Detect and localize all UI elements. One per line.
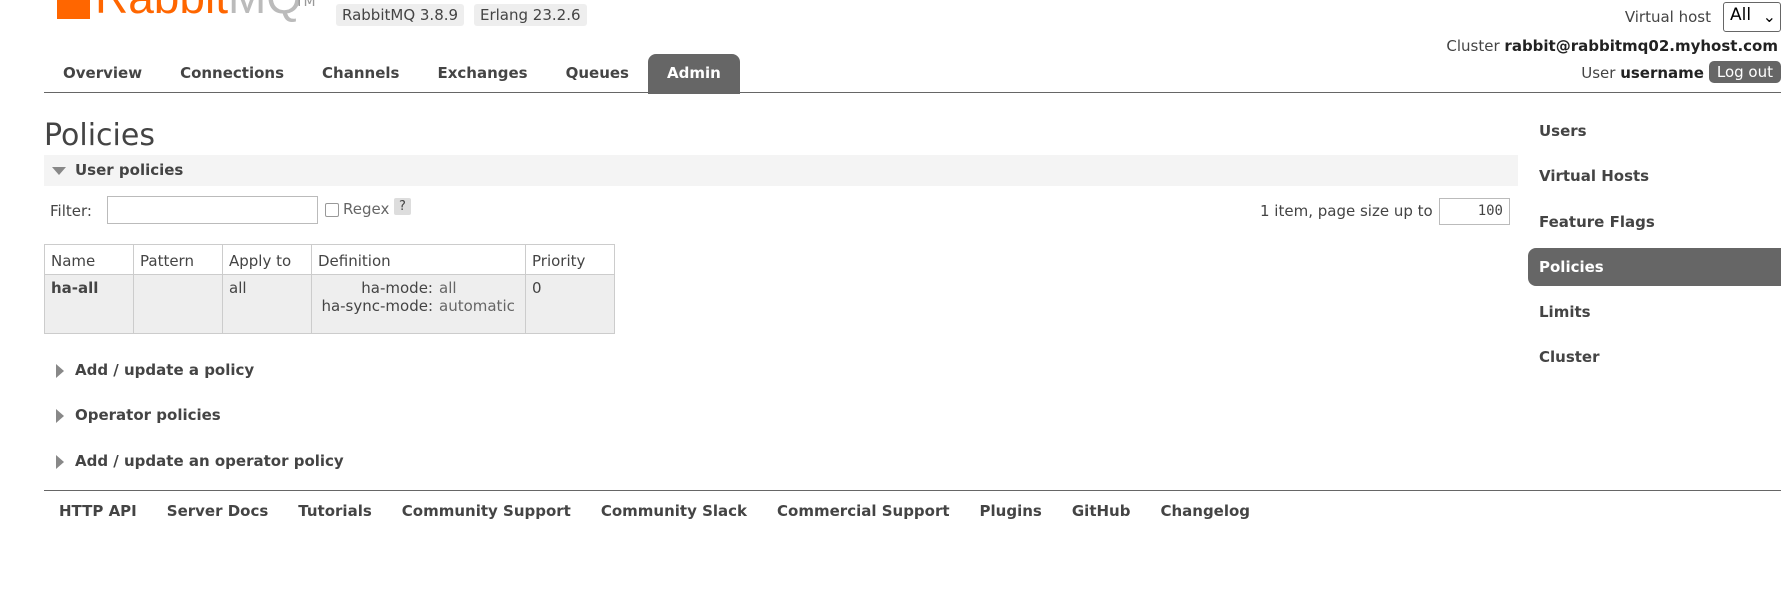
footer-link-community-slack[interactable]: Community Slack	[586, 500, 762, 522]
cell-apply-to: all	[222, 274, 312, 334]
vhost-select[interactable]: All ⌄	[1723, 2, 1781, 32]
definition-key: ha-mode:	[361, 279, 433, 297]
triangle-down-icon	[52, 167, 66, 175]
footer-divider	[44, 490, 1781, 491]
footer-link-server-docs[interactable]: Server Docs	[152, 500, 284, 522]
footer-link-github[interactable]: GitHub	[1057, 500, 1146, 522]
cell-definition: ha-mode: all ha-sync-mode: automatic	[311, 274, 526, 334]
definition-entry: ha-sync-mode: automatic	[318, 297, 519, 315]
footer-links: HTTP API Server Docs Tutorials Community…	[44, 500, 1265, 522]
cluster-label: Cluster	[1446, 37, 1500, 55]
logout-button[interactable]: Log out	[1708, 61, 1781, 83]
rabbitmq-version-badge: RabbitMQ 3.8.9	[336, 4, 465, 26]
cell-name: ha-all	[44, 274, 134, 334]
triangle-right-icon	[56, 455, 64, 469]
sidebar-item-virtual-hosts[interactable]: Virtual Hosts	[1528, 157, 1781, 195]
policies-table: Name Pattern Apply to Definition Priorit…	[44, 244, 615, 334]
tab-channels[interactable]: Channels	[303, 54, 418, 94]
column-header-definition[interactable]: Definition	[311, 244, 526, 275]
tab-divider	[44, 92, 1781, 93]
triangle-right-icon	[56, 364, 64, 378]
tab-admin[interactable]: Admin	[647, 54, 740, 94]
operator-policies-toggle[interactable]: Operator policies	[44, 400, 1518, 431]
logo-square-icon	[57, 0, 90, 19]
footer-link-commercial-support[interactable]: Commercial Support	[762, 500, 965, 522]
column-header-name[interactable]: Name	[44, 244, 134, 275]
regex-checkbox[interactable]	[325, 203, 339, 217]
help-button[interactable]: ?	[394, 198, 411, 215]
section-heading: Operator policies	[75, 406, 221, 424]
section-heading: User policies	[75, 161, 184, 179]
column-header-apply-to[interactable]: Apply to	[222, 244, 312, 275]
erlang-version-badge: Erlang 23.2.6	[474, 4, 587, 26]
logo-wordmark: RabbitMQ	[95, 0, 302, 20]
sidebar-item-feature-flags[interactable]: Feature Flags	[1528, 203, 1781, 241]
definition-value: automatic	[439, 297, 515, 315]
user-info: User username	[1581, 64, 1704, 82]
main-tabs: Overview Connections Channels Exchanges …	[44, 54, 740, 94]
add-update-operator-policy-toggle[interactable]: Add / update an operator policy	[44, 446, 1518, 477]
column-header-priority[interactable]: Priority	[525, 244, 615, 275]
user-policies-section-toggle[interactable]: User policies	[44, 155, 1518, 186]
user-name: username	[1620, 64, 1704, 82]
tab-queues[interactable]: Queues	[547, 54, 648, 94]
pagination-info: 1 item, page size up to	[1260, 202, 1433, 220]
table-header-row: Name Pattern Apply to Definition Priorit…	[44, 244, 615, 275]
cell-priority: 0	[525, 274, 615, 334]
regex-label: Regex	[343, 200, 390, 218]
cell-pattern	[133, 274, 223, 334]
vhost-label: Virtual host	[1624, 8, 1711, 26]
sidebar-item-policies[interactable]: Policies	[1528, 248, 1781, 286]
definition-entry: ha-mode: all	[318, 279, 519, 297]
table-row: ha-all all ha-mode: all ha-sync-mode: au…	[44, 274, 615, 334]
sidebar-item-limits[interactable]: Limits	[1528, 293, 1781, 331]
footer-link-changelog[interactable]: Changelog	[1145, 500, 1265, 522]
tab-connections[interactable]: Connections	[161, 54, 303, 94]
vhost-selected-value: All	[1730, 5, 1752, 25]
page-size-input[interactable]: 100	[1439, 198, 1510, 225]
sidebar-item-cluster[interactable]: Cluster	[1528, 338, 1781, 376]
sidebar-item-users[interactable]: Users	[1528, 112, 1781, 150]
add-update-policy-toggle[interactable]: Add / update a policy	[44, 355, 1518, 386]
column-header-pattern[interactable]: Pattern	[133, 244, 223, 275]
cluster-name: rabbit@rabbitmq02.myhost.com	[1504, 37, 1778, 55]
footer-link-plugins[interactable]: Plugins	[965, 500, 1057, 522]
section-heading: Add / update an operator policy	[75, 452, 344, 470]
footer-link-tutorials[interactable]: Tutorials	[283, 500, 386, 522]
triangle-right-icon	[56, 409, 64, 423]
policy-name-link[interactable]: ha-all	[51, 279, 98, 297]
definition-key: ha-sync-mode:	[321, 297, 433, 315]
filter-input[interactable]	[107, 196, 318, 224]
section-heading: Add / update a policy	[75, 361, 255, 379]
tab-exchanges[interactable]: Exchanges	[418, 54, 546, 94]
filter-label: Filter:	[50, 202, 92, 220]
trademark-mark: TM	[295, 0, 316, 10]
definition-value: all	[439, 279, 457, 297]
footer-link-http-api[interactable]: HTTP API	[44, 500, 152, 522]
user-label: User	[1581, 64, 1616, 82]
page-title: Policies	[44, 118, 155, 153]
footer-link-community-support[interactable]: Community Support	[387, 500, 586, 522]
tab-overview[interactable]: Overview	[44, 54, 161, 94]
cluster-info: Cluster rabbit@rabbitmq02.myhost.com	[1446, 37, 1778, 55]
chevron-down-icon: ⌄	[1762, 7, 1776, 26]
